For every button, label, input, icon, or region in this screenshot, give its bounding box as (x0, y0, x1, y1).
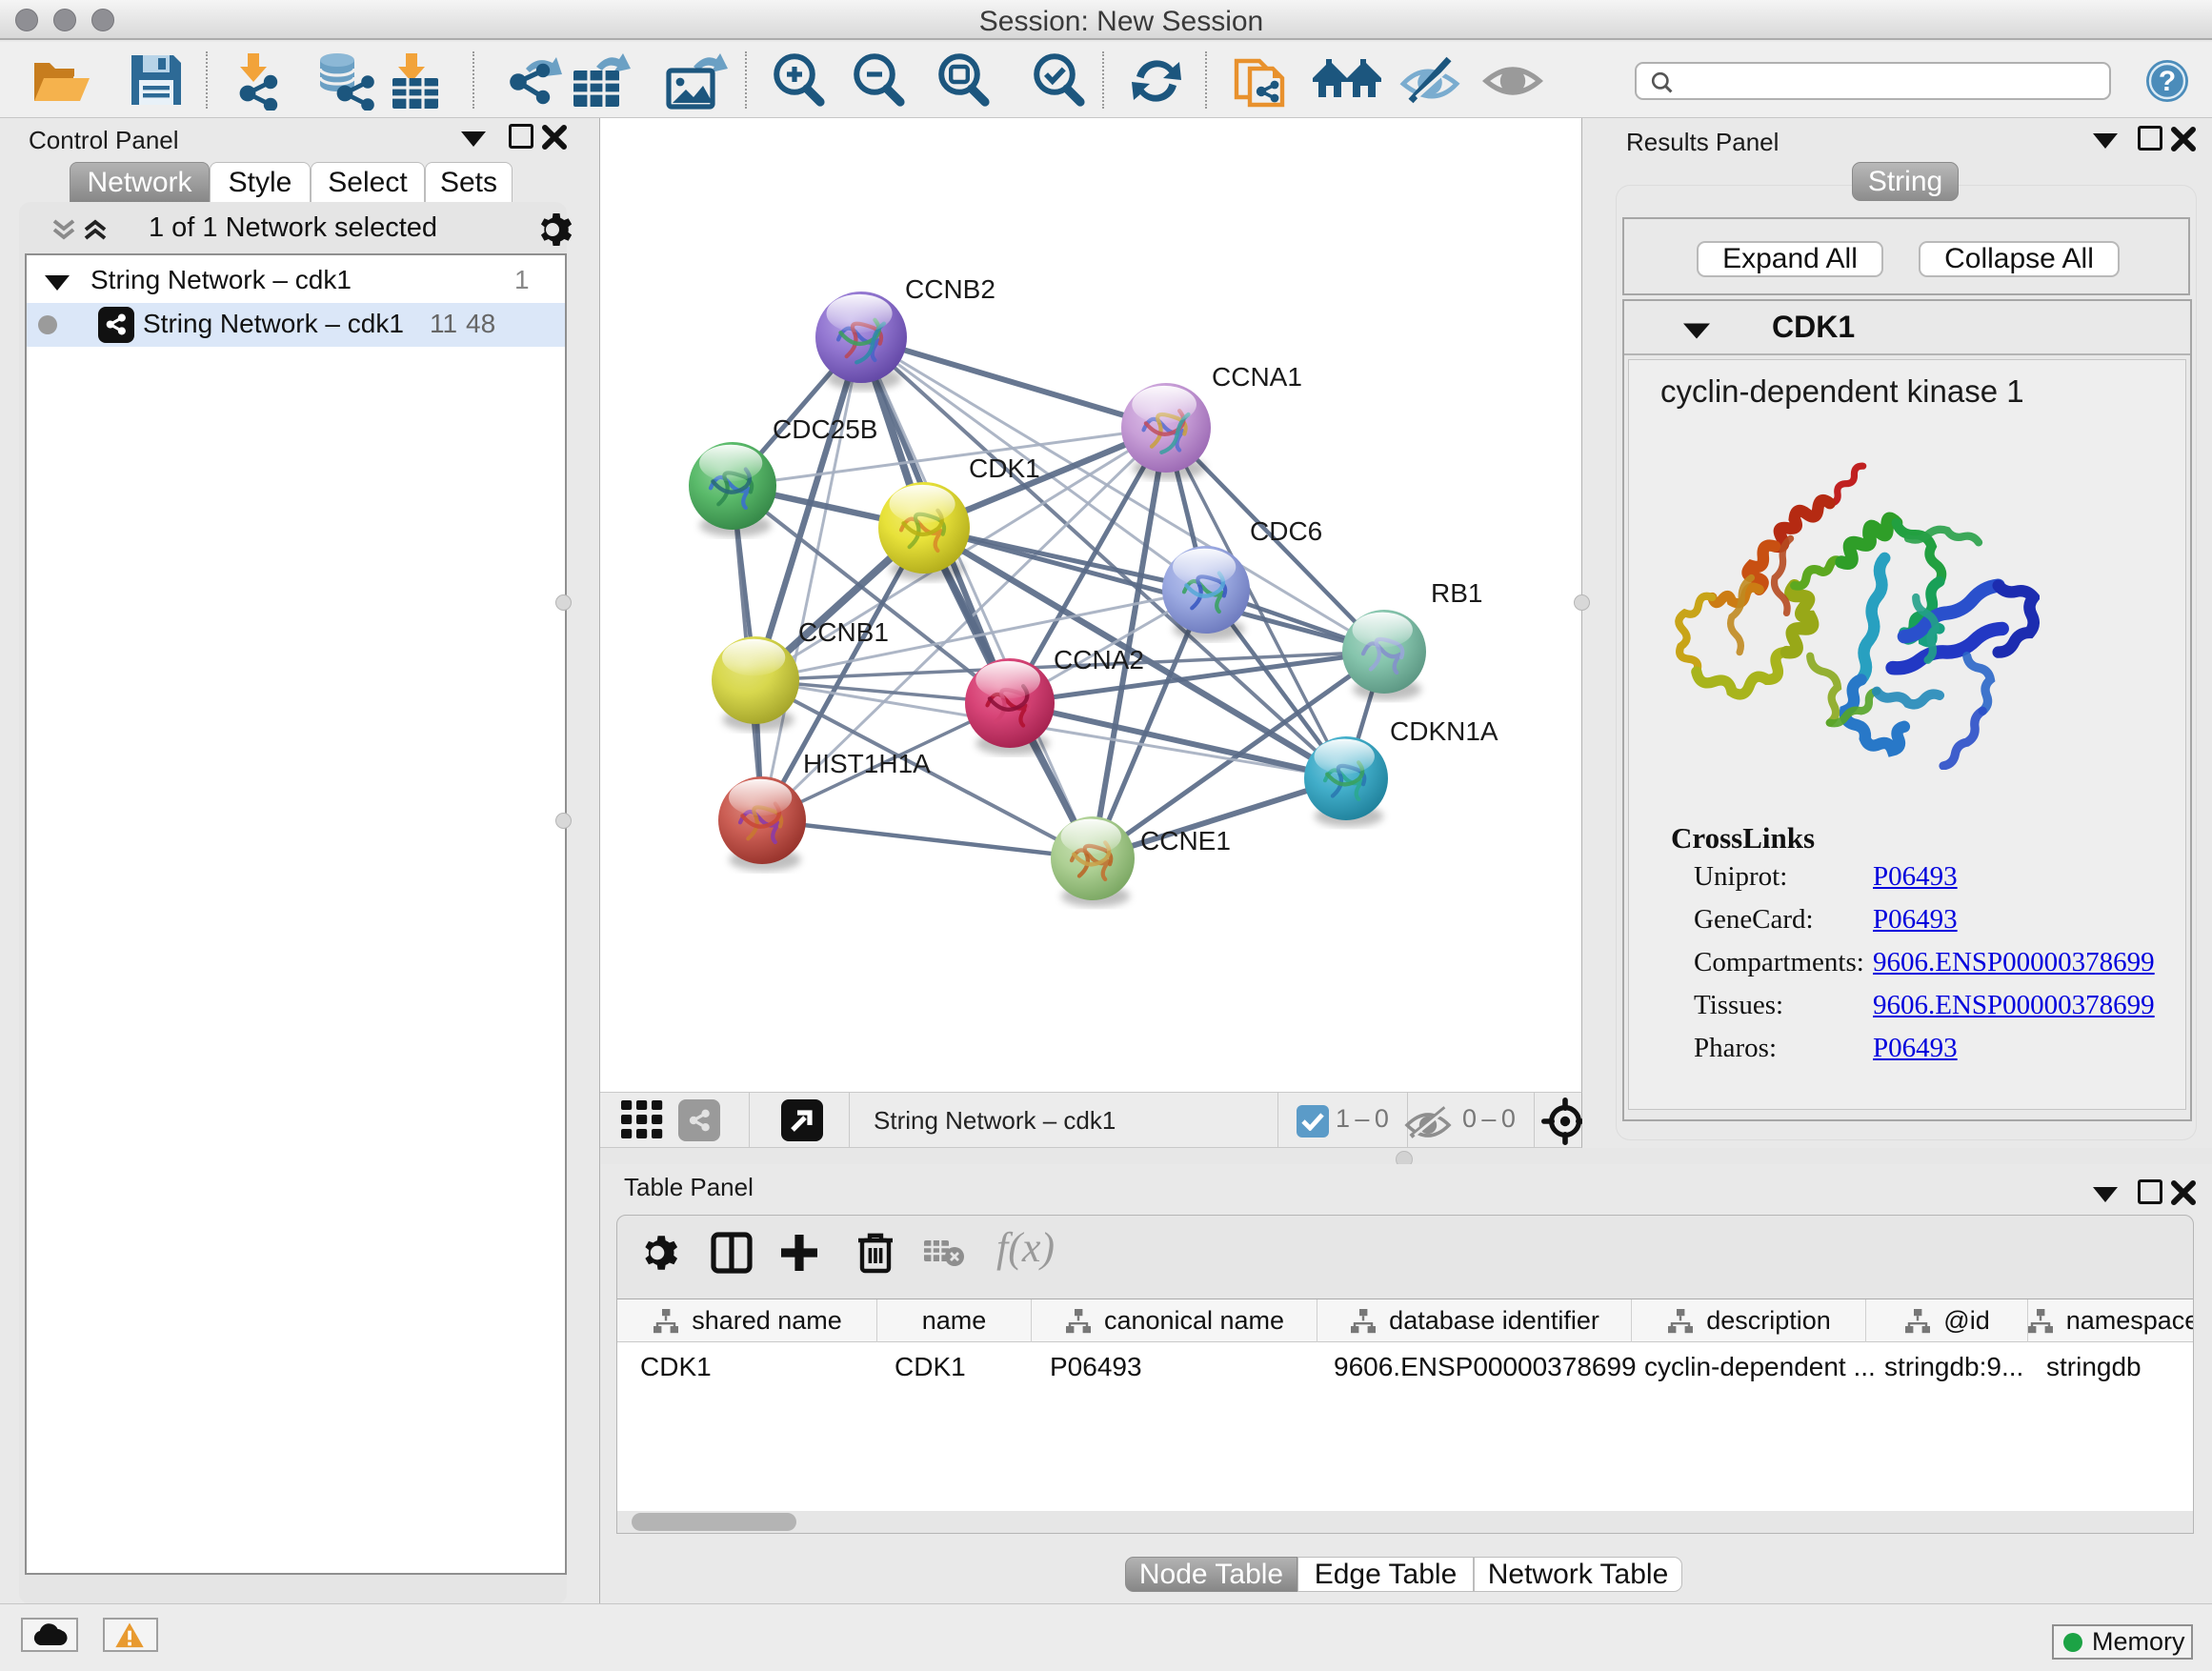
svg-text:?: ? (2159, 66, 2176, 97)
svg-text:CDC6: CDC6 (1250, 516, 1322, 546)
svg-text:HIST1H1A: HIST1H1A (803, 749, 931, 778)
svg-text:CCNE1: CCNE1 (1140, 826, 1231, 856)
svg-text:CCNB1: CCNB1 (798, 617, 889, 647)
svg-text:CDC25B: CDC25B (773, 414, 877, 444)
svg-text:CCNA1: CCNA1 (1212, 362, 1302, 392)
svg-text:CCNA2: CCNA2 (1054, 645, 1144, 674)
svg-text:CDK1: CDK1 (969, 453, 1040, 483)
svg-text:RB1: RB1 (1431, 578, 1482, 608)
svg-text:CCNB2: CCNB2 (905, 274, 995, 304)
svg-text:CDKN1A: CDKN1A (1390, 716, 1498, 746)
